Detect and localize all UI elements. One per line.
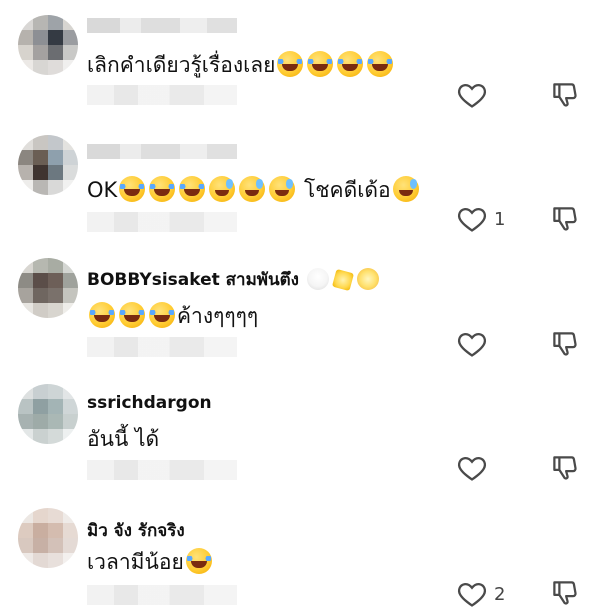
glowing-star-icon bbox=[331, 268, 354, 292]
face-with-tears-of-joy-icon bbox=[149, 302, 175, 328]
timestamp-blurred bbox=[87, 212, 237, 232]
like-button[interactable] bbox=[456, 81, 494, 109]
thumbs-down-outline-icon bbox=[550, 204, 580, 234]
timestamp-blurred bbox=[87, 460, 237, 480]
dizzy-icon bbox=[356, 268, 379, 290]
face-with-tears-of-joy-icon bbox=[119, 302, 145, 328]
avatar[interactable] bbox=[18, 384, 78, 444]
heart-outline-icon bbox=[456, 330, 488, 358]
dislike-button[interactable] bbox=[550, 578, 580, 608]
author-name-blurred bbox=[87, 18, 237, 33]
face-with-tears-of-joy-icon bbox=[277, 51, 304, 77]
grinning-face-with-sweat-icon bbox=[209, 176, 236, 202]
face-with-tears-of-joy-icon bbox=[179, 176, 206, 202]
author-name[interactable]: มิว จัง รักจริง bbox=[87, 517, 185, 544]
like-button[interactable] bbox=[456, 454, 494, 482]
dislike-button[interactable] bbox=[550, 80, 580, 110]
comment-text: อันนี้ ได้ bbox=[87, 427, 160, 451]
like-button[interactable]: 1 bbox=[456, 205, 505, 233]
grinning-face-with-sweat-icon bbox=[269, 176, 296, 202]
grinning-face-with-sweat-icon bbox=[239, 176, 266, 202]
avatar[interactable] bbox=[18, 258, 78, 318]
heart-outline-icon bbox=[456, 205, 488, 233]
comment-text: เวลามีน้อย bbox=[87, 546, 214, 579]
thumbs-down-outline-icon bbox=[550, 578, 580, 608]
author-name[interactable]: ssrichdargon bbox=[87, 393, 212, 413]
heart-outline-icon bbox=[456, 81, 488, 109]
dislike-button[interactable] bbox=[550, 329, 580, 359]
dislike-button[interactable] bbox=[550, 453, 580, 483]
like-button[interactable]: 2 bbox=[456, 580, 505, 608]
comment-text: ค้างๆๆๆๆ bbox=[87, 300, 258, 333]
timestamp-blurred bbox=[87, 585, 237, 605]
face-with-tears-of-joy-icon bbox=[367, 51, 394, 77]
grinning-face-with-sweat-icon bbox=[392, 176, 419, 202]
face-with-tears-of-joy-icon bbox=[119, 176, 146, 202]
like-count: 2 bbox=[494, 583, 506, 605]
thumbs-down-outline-icon bbox=[550, 453, 580, 483]
comment-text: OK โชคดีเด้อ bbox=[87, 174, 421, 207]
heart-outline-icon bbox=[456, 454, 488, 482]
thumbs-down-outline-icon bbox=[550, 80, 580, 110]
face-with-tears-of-joy-icon bbox=[337, 51, 364, 77]
avatar[interactable] bbox=[18, 15, 78, 75]
author-name-blurred bbox=[87, 144, 237, 159]
like-count: 1 bbox=[494, 208, 506, 230]
avatar[interactable] bbox=[18, 508, 78, 568]
timestamp-blurred bbox=[87, 337, 237, 357]
comment-text: เลิกคำเดียวรู้เรื่องเลย bbox=[87, 49, 395, 82]
timestamp-blurred bbox=[87, 85, 237, 105]
rooster-icon bbox=[306, 268, 329, 290]
face-with-tears-of-joy-icon bbox=[89, 302, 115, 328]
face-with-tears-of-joy-icon bbox=[307, 51, 334, 77]
heart-outline-icon bbox=[456, 580, 488, 608]
thumbs-down-outline-icon bbox=[550, 329, 580, 359]
dislike-button[interactable] bbox=[550, 204, 580, 234]
face-with-tears-of-joy-icon bbox=[185, 548, 212, 574]
like-button[interactable] bbox=[456, 330, 494, 358]
avatar[interactable] bbox=[18, 135, 78, 195]
author-name[interactable]: BOBBYsisaket สามพันตึง bbox=[87, 266, 381, 293]
face-with-tears-of-joy-icon bbox=[149, 176, 176, 202]
